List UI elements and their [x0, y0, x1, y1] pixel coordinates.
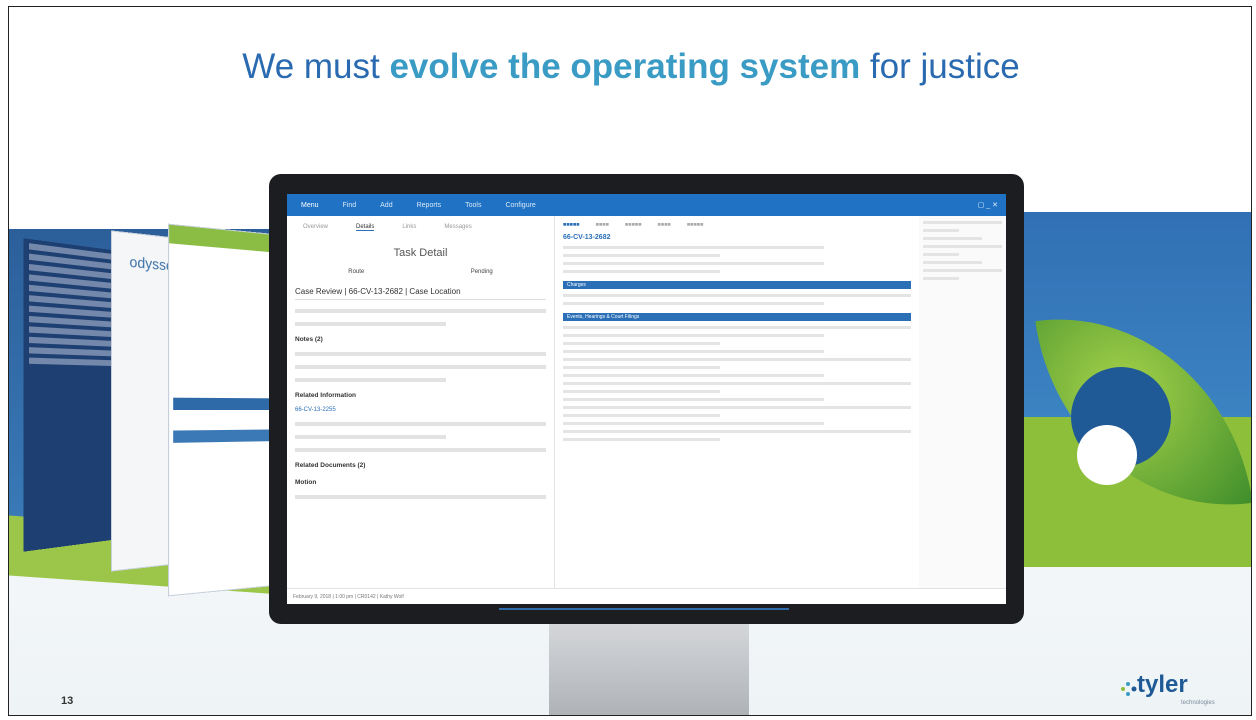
related-docs-heading: Related Documents (2) — [295, 462, 366, 469]
case-heading: Case Review | 66-CV-13-2682 | Case Locat… — [295, 287, 546, 300]
related-case-link[interactable]: 66-CV-13-2255 — [295, 407, 546, 413]
related-info-heading: Related Information — [295, 392, 357, 399]
tab-messages[interactable]: Messages — [444, 224, 471, 231]
side-panel — [919, 216, 1006, 588]
title-prefix: We must — [242, 47, 390, 86]
tab-links[interactable]: Links — [402, 224, 416, 231]
app-menu-bar: Menu Find Add Reports Tools Configure ▢ … — [287, 194, 1006, 216]
app-screen: Menu Find Add Reports Tools Configure ▢ … — [287, 194, 1006, 604]
monitor-stand — [549, 617, 749, 715]
charges-bar: Charges — [563, 281, 911, 289]
menu-item-menu[interactable]: Menu — [301, 202, 319, 209]
window-controls[interactable]: ▢ _ ✕ — [978, 201, 998, 209]
task-status-row: Route Pending — [295, 269, 546, 275]
monitor: Menu Find Add Reports Tools Configure ▢ … — [269, 174, 1024, 624]
legacy-screen-3 — [168, 223, 275, 597]
page-number: 13 — [61, 695, 74, 707]
menu-item-find[interactable]: Find — [343, 202, 357, 209]
tyler-logo: tyler — [1137, 671, 1188, 698]
menu-item-reports[interactable]: Reports — [417, 202, 442, 209]
menu-item-add[interactable]: Add — [380, 202, 392, 209]
task-panel: Overview Details Links Messages Task Det… — [287, 216, 555, 588]
title-highlight: evolve the operating system — [389, 47, 861, 86]
slide-title: We must evolve the operating system for … — [9, 47, 1251, 87]
case-panel: ■■■■■ ■■■■ ■■■■■ ■■■■ ■■■■■ 66-CV-13-2682 Ch… — [557, 216, 917, 588]
task-tabs: Overview Details Links Messages — [303, 224, 546, 231]
related-doc-motion[interactable]: Motion — [295, 479, 546, 486]
bezel-accent — [499, 608, 789, 610]
tab-overview[interactable]: Overview — [303, 224, 328, 231]
slide: We must evolve the operating system for … — [8, 6, 1252, 716]
leaf-white-circle — [1077, 425, 1137, 485]
pending-status: Pending — [470, 269, 493, 275]
task-title: Task Detail — [393, 247, 448, 259]
notes-heading: Notes (2) — [295, 336, 323, 343]
legacy-screen-1 — [23, 238, 121, 552]
route-button[interactable]: Route — [348, 269, 364, 275]
menu-item-configure[interactable]: Configure — [505, 202, 535, 209]
title-suffix: for justice — [860, 47, 1020, 86]
menu-item-tools[interactable]: Tools — [465, 202, 481, 209]
tyler-logo-sub: technologies — [1181, 700, 1215, 706]
events-bar: Events, Hearings & Court Filings — [563, 313, 911, 321]
case-tabs: ■■■■■ ■■■■ ■■■■■ ■■■■ ■■■■■ — [563, 222, 704, 228]
status-bar: February 9, 2018 | 1:00 pm | CR0142 | Ka… — [287, 588, 1006, 604]
case-number[interactable]: 66-CV-13-2682 — [563, 234, 911, 241]
tab-details[interactable]: Details — [356, 224, 375, 231]
tyler-logo-icon — [1121, 682, 1137, 696]
